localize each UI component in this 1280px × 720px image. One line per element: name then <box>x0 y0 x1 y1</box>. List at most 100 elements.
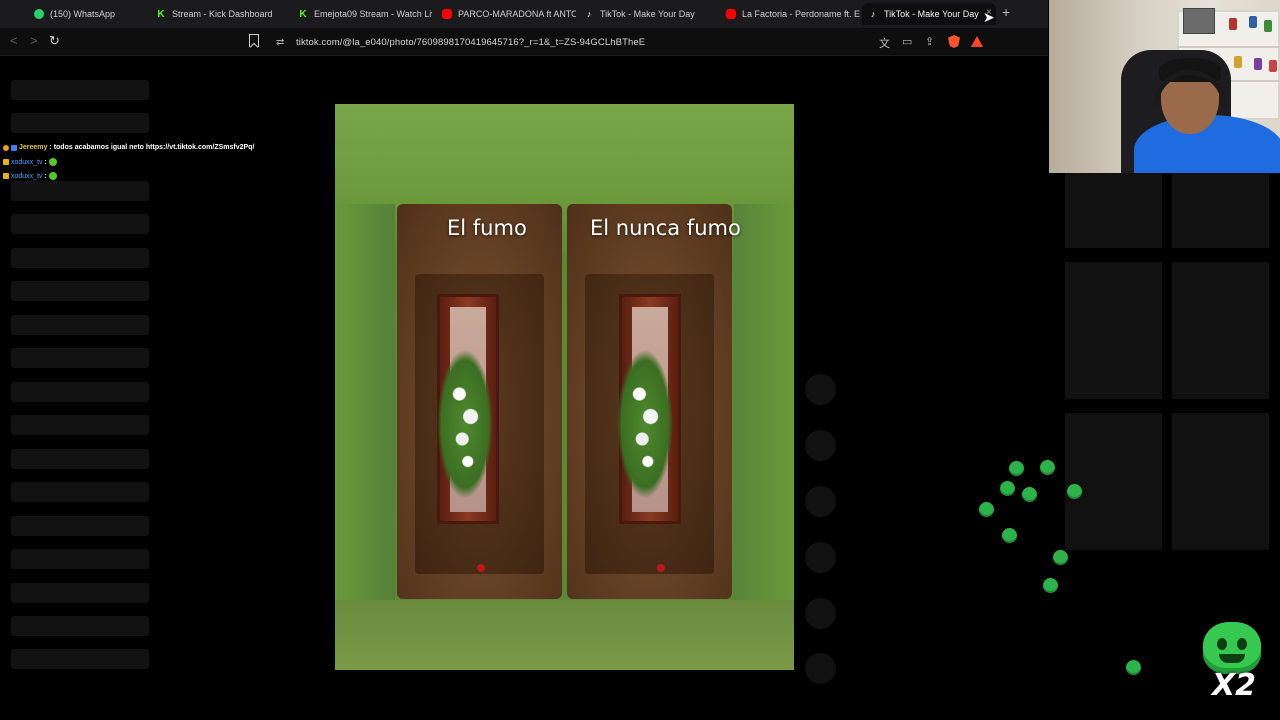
tiktok-page: El fumo El nunca fumo <box>0 57 1048 720</box>
tab-whatsapp[interactable]: (150) WhatsApp <box>28 3 140 25</box>
right-grave-caption: El nunca fumo <box>590 216 741 240</box>
emote-icon <box>48 172 57 180</box>
action-button-placeholder[interactable] <box>805 374 836 405</box>
overlay-tile <box>1172 173 1269 248</box>
mascot-emote-icon <box>1203 622 1261 674</box>
overlay-tile <box>1065 262 1162 399</box>
sidebar-placeholder <box>11 415 149 435</box>
action-button-placeholder[interactable] <box>805 653 836 684</box>
sidebar-placeholder <box>11 248 149 268</box>
action-button-placeholder[interactable] <box>805 486 836 517</box>
action-button-placeholder[interactable] <box>805 430 836 461</box>
reload-icon[interactable]: ↻ <box>49 33 60 49</box>
emote-icon <box>1126 660 1141 675</box>
sidebar-placeholder <box>11 549 149 569</box>
sidebar-placeholder <box>11 583 149 603</box>
browser-toolbar: < > ↻ ⇄ tiktok.com/@la_e040/photo/760989… <box>0 28 1048 56</box>
tab-strip: (150) WhatsApp K Stream - Kick Dashboard… <box>0 0 1048 28</box>
post-photo[interactable]: El fumo El nunca fumo <box>335 104 794 670</box>
tab-kick-dashboard[interactable]: K Stream - Kick Dashboard <box>150 3 288 25</box>
translate-icon[interactable]: 文 <box>879 35 890 51</box>
sidebar-placeholder <box>11 315 149 335</box>
brave-rewards-icon[interactable] <box>971 36 983 47</box>
emote-icon <box>1043 578 1058 593</box>
action-button-placeholder[interactable] <box>805 598 836 629</box>
chat-text: : <box>44 158 47 166</box>
sidebar-placeholder <box>11 214 149 234</box>
chat-text: : todos acabamos igual neto https://vt.t… <box>49 144 255 151</box>
tab-la-factoria[interactable]: La Factoria - Perdoname ft. Ed <box>720 3 860 25</box>
youtube-icon <box>442 9 452 19</box>
flowers <box>437 349 493 499</box>
emote-icon <box>1009 461 1024 476</box>
chat-username: xoduxx_tv <box>11 172 43 180</box>
tiktok-icon: ♪ <box>586 9 592 19</box>
tab-tiktok-active[interactable]: ♪ TikTok - Make Your Day × <box>862 3 996 25</box>
badge-icon <box>3 173 9 179</box>
sidebar-placeholder <box>11 348 149 368</box>
action-button-placeholder[interactable] <box>805 542 836 573</box>
tab-emejota-stream[interactable]: K Emejota09 Stream - Watch Live <box>292 3 432 25</box>
rose <box>477 564 485 572</box>
kick-icon: K <box>157 8 165 20</box>
tab-label: PARCO-MARADONA ft ANTO <box>458 9 576 19</box>
sidebar-placeholder <box>11 181 149 201</box>
back-icon[interactable]: < <box>10 33 18 48</box>
chat-username: xoduxx_tv <box>11 158 43 166</box>
url-text[interactable]: tiktok.com/@la_e040/photo/76098981704196… <box>296 37 645 48</box>
emote-icon <box>1002 528 1017 543</box>
tab-label: Stream - Kick Dashboard <box>172 9 273 19</box>
tab-label: (150) WhatsApp <box>50 9 116 19</box>
mouse-cursor-icon: ➤ <box>983 9 995 25</box>
figure <box>1264 20 1272 32</box>
flowers <box>617 349 673 499</box>
emote-icon <box>1053 550 1068 565</box>
emote-icon <box>1022 487 1037 502</box>
share-icon[interactable]: ⇪ <box>925 35 934 48</box>
overlay-tile <box>1172 262 1269 399</box>
whatsapp-icon <box>34 9 44 19</box>
sidebar-placeholder <box>11 382 149 402</box>
emote-icon <box>979 502 994 517</box>
overlay-tile <box>1172 413 1269 550</box>
bookmark-icon[interactable] <box>249 34 259 47</box>
combo-multiplier: X2 <box>1212 668 1257 703</box>
badge-icon <box>3 144 9 151</box>
sidebar-placeholder <box>11 113 149 133</box>
chat-message: xoduxx_tv : <box>3 158 57 166</box>
tiktok-icon: ♪ <box>870 9 876 19</box>
shelf-divider <box>1177 46 1280 48</box>
emote-icon <box>48 158 57 166</box>
webcam-feed <box>1049 0 1280 173</box>
grave-right <box>567 204 732 599</box>
sidebar-placeholder <box>11 80 149 100</box>
youtube-icon <box>726 9 736 19</box>
tab-label: Emejota09 Stream - Watch Live <box>314 9 432 19</box>
sidebar-placeholder <box>11 449 149 469</box>
tab-label: La Factoria - Perdoname ft. Ed <box>742 9 860 19</box>
tab-tiktok[interactable]: ♪ TikTok - Make Your Day <box>578 3 716 25</box>
mascot-mouth <box>1219 654 1245 663</box>
emote-icon <box>1000 481 1015 496</box>
grass <box>335 600 794 670</box>
mascot-eye <box>1237 638 1247 650</box>
sidebar-placeholder <box>11 281 149 301</box>
cast-icon[interactable]: ▭ <box>902 35 912 48</box>
overlay-tile <box>1065 413 1162 550</box>
site-settings-icon[interactable]: ⇄ <box>276 37 290 48</box>
rose <box>657 564 665 572</box>
figure <box>1269 60 1277 72</box>
forward-icon[interactable]: > <box>30 33 38 48</box>
sidebar-placeholder <box>11 616 149 636</box>
left-grave-caption: El fumo <box>447 216 527 240</box>
figure <box>1229 18 1237 30</box>
emote-icon <box>1067 484 1082 499</box>
figure <box>1254 58 1262 70</box>
framed-poster <box>1183 8 1215 34</box>
tab-parco-maradona[interactable]: PARCO-MARADONA ft ANTO <box>436 3 576 25</box>
new-tab-button[interactable]: + <box>1002 4 1010 20</box>
badge-icon <box>3 159 9 165</box>
tab-label: TikTok - Make Your Day <box>600 9 695 19</box>
sidebar-placeholder <box>11 516 149 536</box>
chat-message: Jereemy : todos acabamos igual neto http… <box>3 144 254 151</box>
